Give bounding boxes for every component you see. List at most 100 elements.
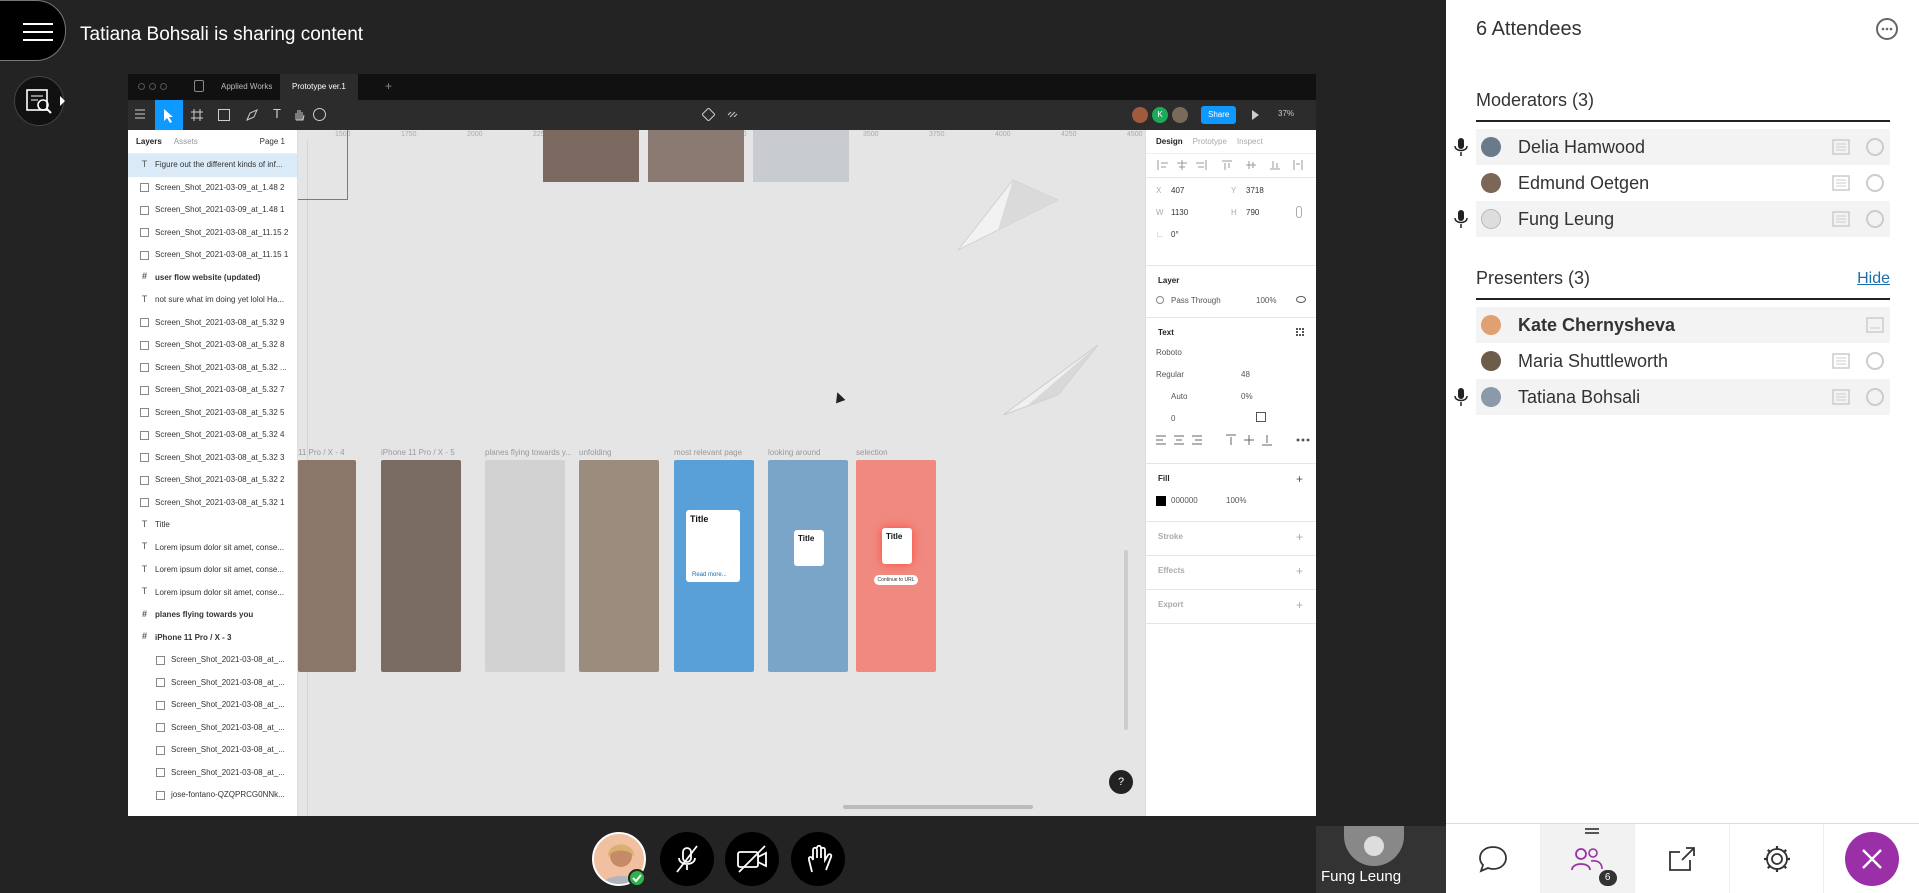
close-icon[interactable] xyxy=(1844,832,1899,886)
phone-frame[interactable] xyxy=(485,460,565,672)
frame-label[interactable]: iPhone 11 Pro / X - 5 xyxy=(381,448,455,457)
continue-button[interactable]: Continue to URL xyxy=(874,575,918,585)
letter-spacing-field[interactable]: 0% xyxy=(1241,392,1253,401)
camera-off-icon[interactable] xyxy=(725,832,779,886)
figma-tab[interactable]: Applied Works xyxy=(221,82,272,91)
layer-item[interactable]: Screen_Shot_2021-03-08_at_... xyxy=(128,672,297,695)
fill-swatch[interactable] xyxy=(1156,496,1166,506)
attendee-options-icon[interactable] xyxy=(1866,138,1884,156)
align-tools[interactable] xyxy=(1146,154,1316,178)
attendee-row[interactable]: Tatiana Bohsali xyxy=(1454,379,1890,415)
new-tab-icon[interactable]: + xyxy=(385,79,392,93)
width-field[interactable]: 1130 xyxy=(1171,208,1188,217)
leave-session-button[interactable] xyxy=(1824,824,1919,893)
blend-mode-select[interactable]: Pass Through xyxy=(1171,296,1221,305)
attendee-options-icon[interactable] xyxy=(1866,388,1884,406)
help-icon[interactable]: ? xyxy=(1109,770,1133,794)
layer-item[interactable]: T Figure out the different kinds of inf..… xyxy=(128,154,297,177)
add-stroke-icon[interactable]: + xyxy=(1296,530,1303,544)
pen-tool-icon[interactable] xyxy=(246,109,258,121)
font-family-select[interactable]: Roboto xyxy=(1156,348,1182,357)
phone-frame[interactable]: Title Read more... xyxy=(674,460,754,672)
shape-tool-icon[interactable] xyxy=(218,109,230,121)
layer-item[interactable]: Screen_Shot_2021-03-08_at_5.32 5 xyxy=(128,402,297,425)
paragraph-spacing-field[interactable]: 0 xyxy=(1171,414,1175,423)
fill-hex-field[interactable]: 000000 xyxy=(1171,496,1198,505)
page-selector[interactable]: Page 1 xyxy=(260,137,285,146)
read-more-link[interactable]: Read more... xyxy=(692,572,727,578)
text-styles-icon[interactable] xyxy=(1296,328,1304,336)
captions-icon[interactable] xyxy=(1832,139,1850,155)
layer-item[interactable]: Screen_Shot_2021-03-08_at_... xyxy=(128,762,297,785)
layer-item[interactable]: Screen_Shot_2021-03-08_at_5.32 8 xyxy=(128,334,297,357)
attendee-options-icon[interactable] xyxy=(1866,352,1884,370)
captions-icon[interactable] xyxy=(1832,389,1850,405)
layer-item[interactable]: Screen_Shot_2021-03-08_at_5.32 7 xyxy=(128,379,297,402)
settings-button[interactable] xyxy=(1730,824,1825,893)
share-content-button[interactable] xyxy=(1635,824,1730,893)
share-button[interactable]: Share xyxy=(1201,106,1237,124)
attendee-row[interactable]: Fung Leung xyxy=(1454,201,1890,237)
layer-item[interactable]: Screen_Shot_2021-03-08_at_... xyxy=(128,694,297,717)
add-export-icon[interactable]: + xyxy=(1296,598,1303,612)
layer-item[interactable]: Screen_Shot_2021-03-08_at_... xyxy=(128,717,297,740)
layer-item[interactable]: Tnot sure what im doing yet lolol Ha... xyxy=(128,289,297,312)
phone-frame[interactable] xyxy=(381,460,461,672)
phone-frame[interactable]: Title xyxy=(768,460,848,672)
comment-tool-icon[interactable] xyxy=(313,108,326,121)
phone-frame[interactable]: Title Continue to URL xyxy=(856,460,936,672)
assets-tab[interactable]: Assets xyxy=(174,137,198,146)
attendee-row[interactable]: Delia Hamwood xyxy=(1454,129,1890,165)
phone-frame[interactable] xyxy=(298,460,356,672)
layer-item[interactable]: # iPhone 11 Pro / X - 3 xyxy=(128,627,297,650)
figma-tab-active[interactable]: Prototype ver.1 xyxy=(280,74,358,100)
figma-menu-icon[interactable] xyxy=(134,108,146,120)
hide-link[interactable]: Hide xyxy=(1857,270,1890,288)
layer-item[interactable]: Screen_Shot_2021-03-08_at_5.32 1 xyxy=(128,492,297,515)
layer-item[interactable]: Screen_Shot_2021-03-08_at_5.32 3 xyxy=(128,447,297,470)
font-size-field[interactable]: 48 xyxy=(1241,370,1250,379)
raise-hand-icon[interactable] xyxy=(791,832,845,886)
frame-label[interactable]: 11 Pro / X - 4 xyxy=(298,448,345,457)
collaborator-avatar[interactable]: K xyxy=(1152,107,1168,123)
layer-item[interactable]: Screen_Shot_2021-03-08_at_... xyxy=(128,649,297,672)
layer-item[interactable]: Screen_Shot_2021-03-08_at_5.32 ... xyxy=(128,357,297,380)
inspect-tab[interactable]: Inspect xyxy=(1237,137,1263,146)
menu-button[interactable] xyxy=(0,0,66,61)
text-align-icons[interactable] xyxy=(1156,434,1316,446)
layer-item[interactable]: Screen_Shot_2021-03-08_at_5.32 4 xyxy=(128,424,297,447)
captions-icon[interactable] xyxy=(14,76,64,126)
frame-tool-icon[interactable] xyxy=(191,109,203,121)
add-effect-icon[interactable]: + xyxy=(1296,564,1303,578)
layer-item[interactable]: T Title xyxy=(128,514,297,537)
collaborator-avatar[interactable] xyxy=(1172,107,1188,123)
canvas[interactable]: 1500175020002250250027503000325035003750… xyxy=(298,130,1145,816)
attendee-row[interactable]: Kate Chernysheva xyxy=(1476,307,1890,343)
font-weight-select[interactable]: Regular xyxy=(1156,370,1184,379)
attendee-options-icon[interactable] xyxy=(1866,174,1884,192)
hand-tool-icon[interactable] xyxy=(293,108,306,121)
layer-item[interactable]: Screen_Shot_2021-03-08_at_... xyxy=(128,739,297,762)
vertical-scrollbar[interactable] xyxy=(1124,550,1128,730)
rotation-field[interactable]: 0° xyxy=(1171,230,1179,239)
attendee-options-icon[interactable] xyxy=(1866,210,1884,228)
layer-item[interactable]: Screen_Shot_2021-03-09_at_1.48 1 xyxy=(128,199,297,222)
text-resize-icon[interactable] xyxy=(1256,412,1266,422)
layer-item[interactable]: # planes flying towards you xyxy=(128,604,297,627)
layer-item[interactable]: Screen_Shot_2021-03-08_at_11.15 2 xyxy=(128,222,297,245)
frame-label[interactable]: selection xyxy=(856,448,888,457)
captions-icon[interactable] xyxy=(1866,317,1884,333)
layer-item[interactable]: jose-fontano-QZQPRCG0NNk... xyxy=(128,784,297,807)
layer-item[interactable]: Screen_Shot_2021-03-09_at_1.48 2 xyxy=(128,177,297,200)
present-icon[interactable] xyxy=(1252,110,1259,120)
attendee-row[interactable]: Edmund Oetgen xyxy=(1476,165,1890,201)
frame-label[interactable]: planes flying towards y... xyxy=(485,448,572,457)
layer-item[interactable]: # user flow website (updated) xyxy=(128,267,297,290)
captions-icon[interactable] xyxy=(1832,353,1850,369)
x-field[interactable]: 407 xyxy=(1171,186,1184,195)
horizontal-scrollbar[interactable] xyxy=(843,805,1033,809)
link-icon[interactable] xyxy=(726,108,739,121)
layer-item[interactable]: T Lorem ipsum dolor sit amet, conse... xyxy=(128,582,297,605)
frame-label[interactable]: unfolding xyxy=(579,448,611,457)
move-tool-icon[interactable] xyxy=(155,100,183,130)
